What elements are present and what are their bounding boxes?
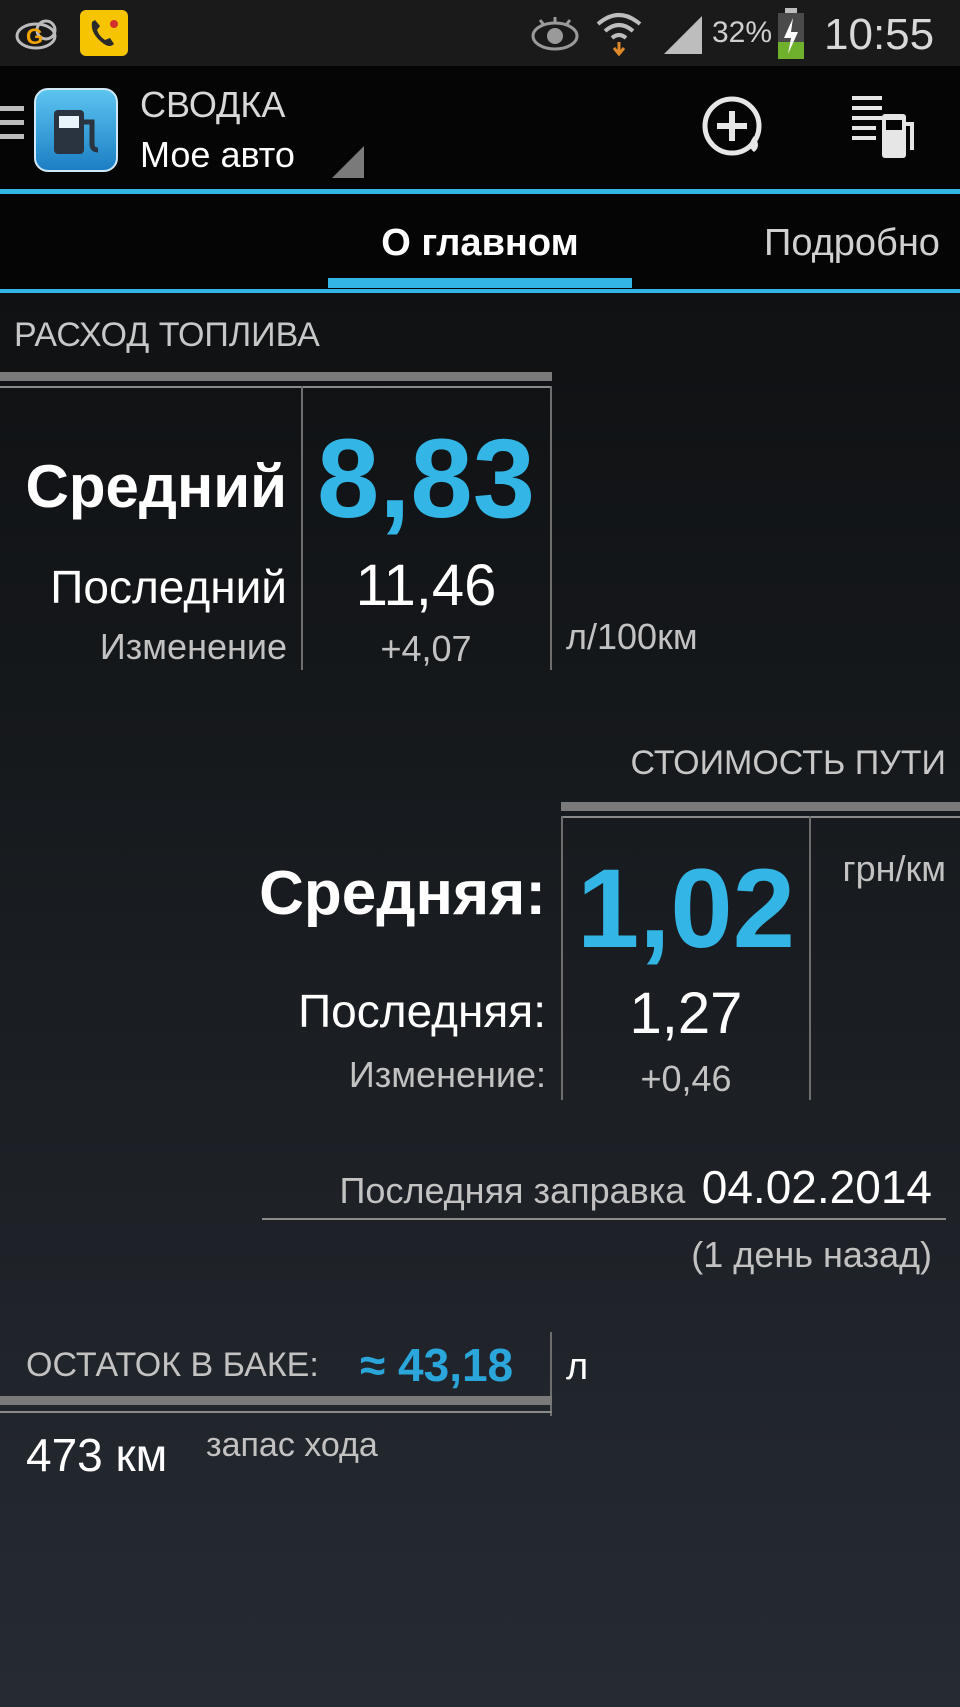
fuel-unit: л/100км xyxy=(566,616,698,657)
cost-divider-right xyxy=(809,816,811,1100)
action-bar: СВОДКА Мое авто xyxy=(0,66,960,190)
wifi-icon xyxy=(596,13,642,57)
tank-unit: л xyxy=(566,1346,589,1388)
last-refuel-ago: (1 день назад) xyxy=(691,1234,932,1275)
cost-change-label: Изменение: xyxy=(348,1054,546,1095)
fuel-rule-thin xyxy=(0,386,552,388)
tank-rule-thin xyxy=(0,1411,552,1413)
cost-unit: грн/км xyxy=(842,848,946,889)
last-refuel-row[interactable]: Последняя заправка 04.02.2014 xyxy=(262,1160,932,1214)
cost-rule-thin xyxy=(561,816,960,818)
last-refuel-date: 04.02.2014 xyxy=(701,1161,932,1213)
svg-text:G: G xyxy=(26,24,43,49)
cost-change-value: +0,46 xyxy=(640,1058,732,1099)
refuel-list-icon[interactable] xyxy=(850,94,922,164)
tab-main-label: О главном xyxy=(381,222,579,264)
cost-avg-value: 1,02 xyxy=(577,846,795,971)
fuel-section-title: РАСХОД ТОПЛИВА xyxy=(14,316,320,354)
tank-label: ОСТАТОК В БАКЕ: xyxy=(26,1346,319,1384)
dropdown-corner-icon[interactable] xyxy=(330,144,366,180)
fuel-avg-value: 8,83 xyxy=(317,416,535,541)
fuel-last-label: Последний xyxy=(50,561,287,613)
tab-bar: О главном Подробно xyxy=(0,194,960,292)
menu-icon[interactable] xyxy=(0,106,24,142)
signal-icon xyxy=(664,16,702,54)
car-selector[interactable]: Мое авто xyxy=(140,134,295,176)
cost-section-title: СТОИМОСТЬ ПУТИ xyxy=(630,744,946,782)
last-refuel-label: Последняя заправка xyxy=(339,1170,686,1211)
battery-percent: 32% xyxy=(712,16,773,49)
range-label: запас хода xyxy=(206,1426,378,1464)
cloud-g-icon: G xyxy=(15,19,57,50)
fuel-change-value: +4,07 xyxy=(380,628,472,669)
tab-main-indicator xyxy=(328,278,632,288)
cost-last-label: Последняя: xyxy=(298,985,546,1037)
cost-avg-label: Средняя: xyxy=(259,859,546,928)
app-fuel-icon[interactable] xyxy=(34,88,118,172)
fuel-rule-thick xyxy=(0,372,552,381)
screen-title: СВОДКА xyxy=(140,84,286,125)
battery-charging-icon xyxy=(778,8,804,59)
tab-main[interactable]: О главном xyxy=(328,194,632,292)
clock: 10:55 xyxy=(824,10,935,59)
tab-details-label: Подробно xyxy=(764,222,940,264)
phone-app-icon xyxy=(80,10,128,56)
range-value: 473 км xyxy=(26,1429,168,1481)
tank-rule-thick xyxy=(0,1396,552,1405)
add-refuel-icon[interactable] xyxy=(700,94,770,164)
cost-last-value: 1,27 xyxy=(629,981,743,1046)
cost-rule-thick xyxy=(561,802,960,811)
fuel-avg-label: Средний xyxy=(25,453,287,520)
fuel-change-label: Изменение xyxy=(99,626,287,667)
last-refuel-underline xyxy=(262,1218,946,1220)
tab-details[interactable]: Подробно xyxy=(750,194,960,292)
fuel-divider-right xyxy=(550,386,552,670)
tab-bar-divider xyxy=(0,289,960,293)
eye-icon xyxy=(531,17,579,51)
fuel-last-value: 11,46 xyxy=(355,553,497,618)
status-bar: G 32% 10:55 xyxy=(0,0,960,66)
tank-value: ≈ 43,18 xyxy=(360,1339,514,1391)
